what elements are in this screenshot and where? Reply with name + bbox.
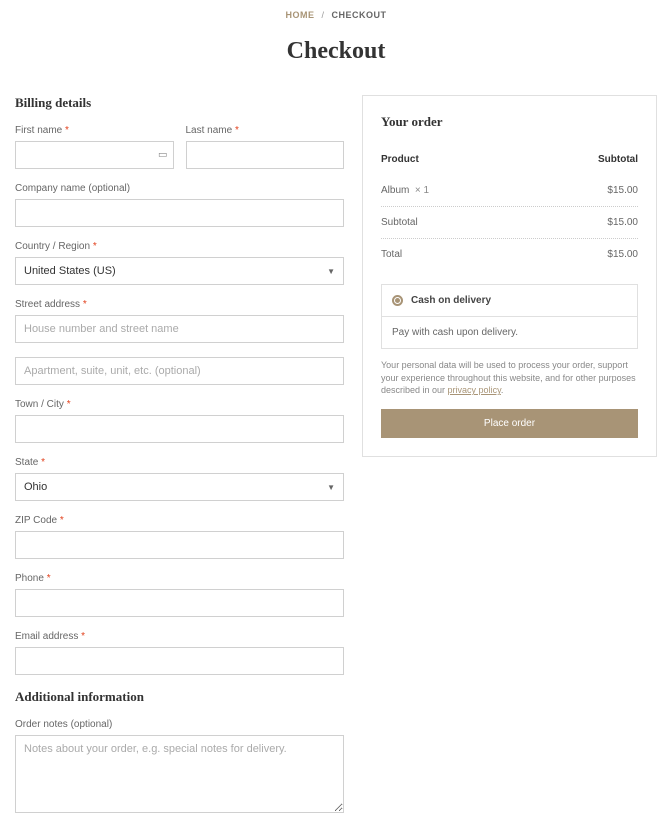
- breadcrumb-current: CHECKOUT: [332, 10, 387, 20]
- privacy-text: Your personal data will be used to proce…: [381, 359, 638, 397]
- subtotal-value: $15.00: [607, 217, 638, 228]
- product-header: Product: [381, 154, 419, 165]
- privacy-policy-link[interactable]: privacy policy: [448, 385, 501, 395]
- order-subtotal-row: Subtotal $15.00: [381, 207, 638, 239]
- city-label: Town / City *: [15, 399, 344, 410]
- breadcrumb-home[interactable]: HOME: [285, 10, 314, 20]
- first-name-label: First name *: [15, 125, 174, 136]
- order-heading: Your order: [381, 114, 638, 130]
- street-label: Street address *: [15, 299, 344, 310]
- first-name-input[interactable]: [15, 141, 174, 169]
- street-input-2[interactable]: [15, 357, 344, 385]
- place-order-button[interactable]: Place order: [381, 409, 638, 438]
- zip-input[interactable]: [15, 531, 344, 559]
- total-label: Total: [381, 249, 402, 260]
- subtotal-header: Subtotal: [598, 154, 638, 165]
- order-item-row: Album × 1 $15.00: [381, 175, 638, 207]
- city-input[interactable]: [15, 415, 344, 443]
- country-value: United States (US): [24, 265, 116, 277]
- state-select[interactable]: Ohio ▼: [15, 473, 344, 501]
- page-title: Checkout: [15, 38, 657, 65]
- item-qty: × 1: [415, 185, 429, 196]
- state-value: Ohio: [24, 481, 47, 493]
- order-header-row: Product Subtotal: [381, 144, 638, 175]
- contact-card-icon: ▭: [158, 150, 167, 161]
- notes-textarea[interactable]: [15, 735, 344, 813]
- notes-label: Order notes (optional): [15, 719, 344, 730]
- phone-input[interactable]: [15, 589, 344, 617]
- payment-method-option[interactable]: Cash on delivery: [382, 285, 637, 316]
- payment-description: Pay with cash upon delivery.: [382, 316, 637, 348]
- item-price: $15.00: [607, 185, 638, 196]
- item-name: Album: [381, 185, 409, 196]
- email-label: Email address *: [15, 631, 344, 642]
- subtotal-label: Subtotal: [381, 217, 418, 228]
- country-label: Country / Region *: [15, 241, 344, 252]
- company-input[interactable]: [15, 199, 344, 227]
- last-name-label: Last name *: [186, 125, 345, 136]
- street-input-1[interactable]: [15, 315, 344, 343]
- chevron-down-icon: ▼: [327, 267, 335, 276]
- breadcrumb-sep: /: [321, 10, 324, 20]
- payment-method-label: Cash on delivery: [411, 295, 491, 306]
- phone-label: Phone *: [15, 573, 344, 584]
- order-total-row: Total $15.00: [381, 239, 638, 270]
- payment-box: Cash on delivery Pay with cash upon deli…: [381, 284, 638, 349]
- country-select[interactable]: United States (US) ▼: [15, 257, 344, 285]
- breadcrumb: HOME / CHECKOUT: [15, 0, 657, 30]
- last-name-input[interactable]: [186, 141, 345, 169]
- state-label: State *: [15, 457, 344, 468]
- company-label: Company name (optional): [15, 183, 344, 194]
- radio-icon: [392, 295, 403, 306]
- email-input[interactable]: [15, 647, 344, 675]
- billing-heading: Billing details: [15, 95, 344, 111]
- chevron-down-icon: ▼: [327, 483, 335, 492]
- total-value: $15.00: [607, 249, 638, 260]
- zip-label: ZIP Code *: [15, 515, 344, 526]
- additional-heading: Additional information: [15, 689, 344, 705]
